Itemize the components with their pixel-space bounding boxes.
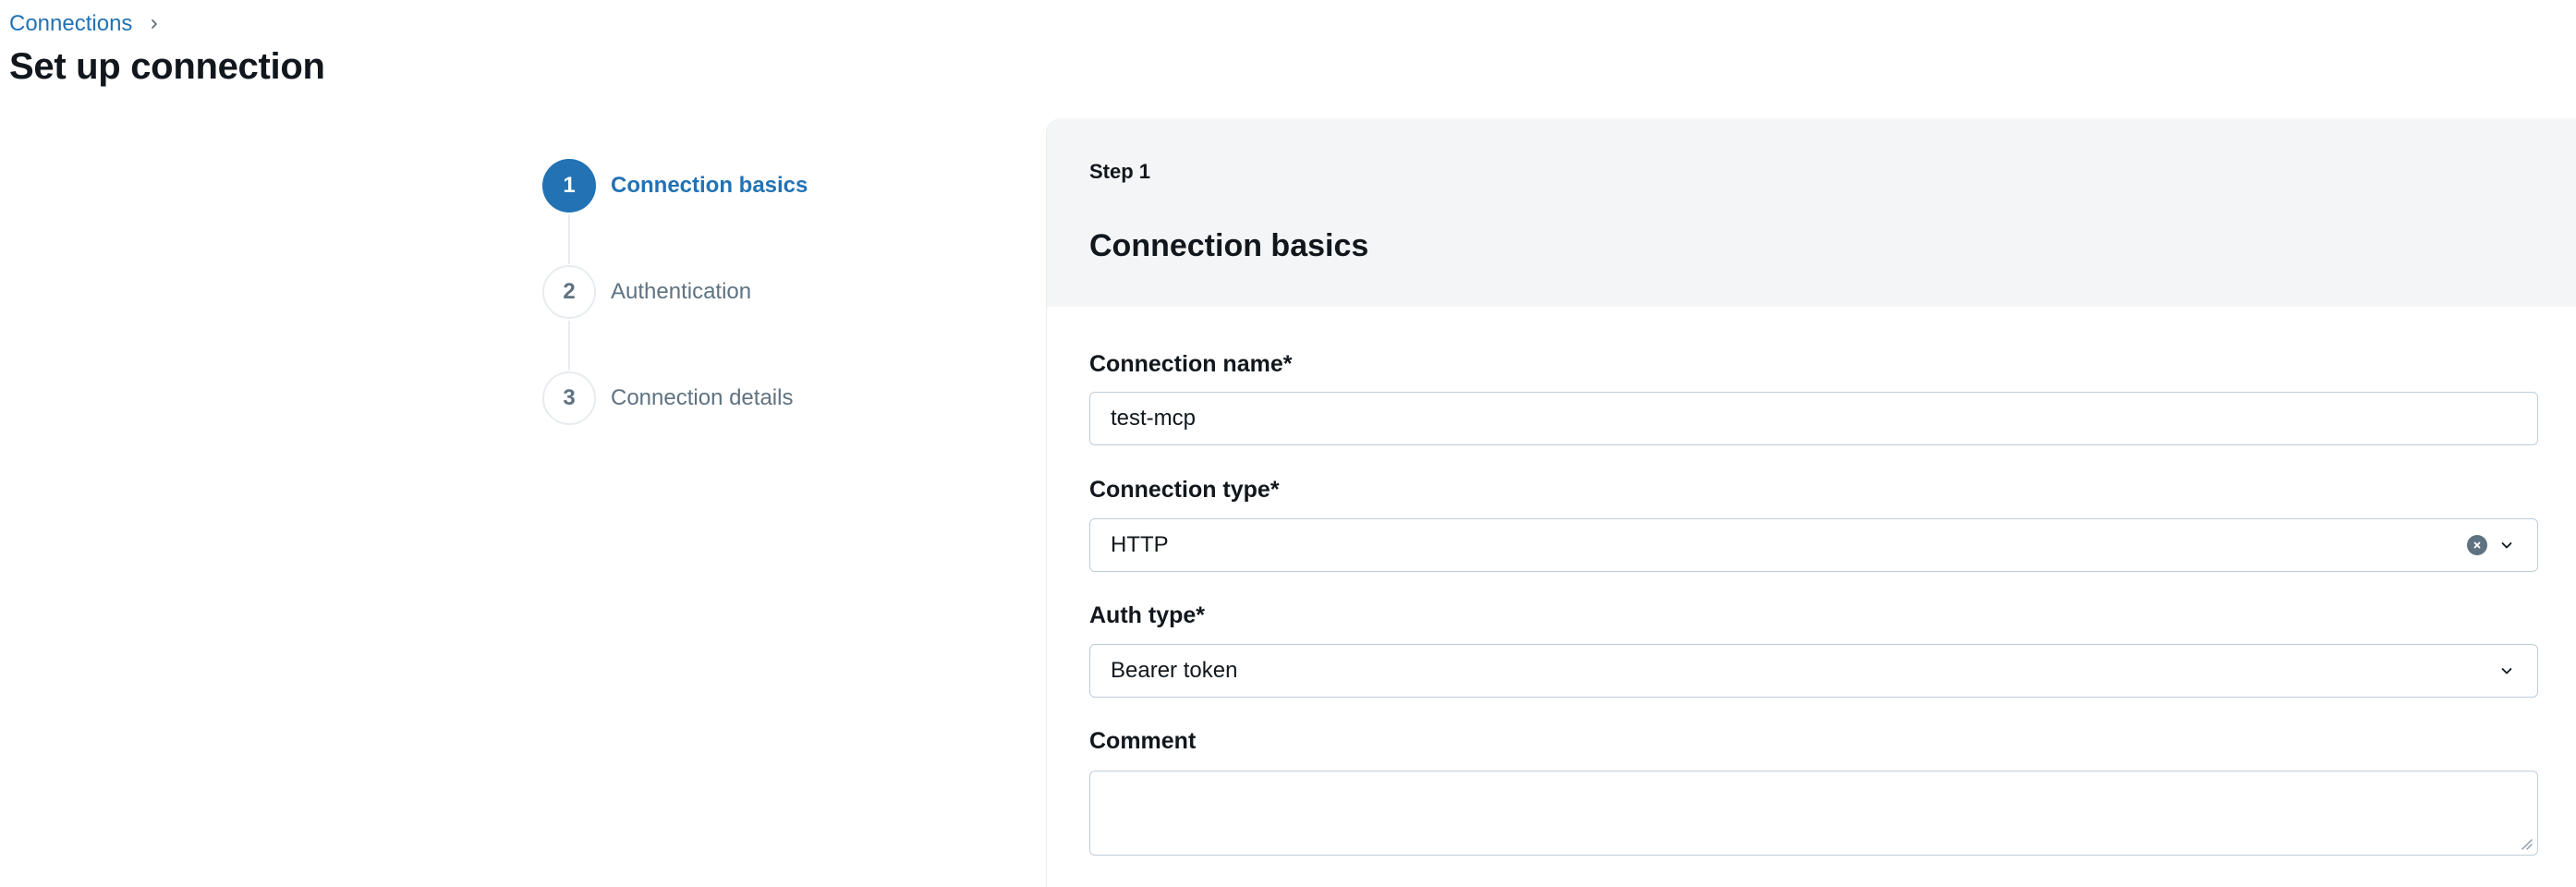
step-authentication[interactable]: 2 Authentication [542, 265, 751, 319]
step-number-badge: 3 [542, 371, 596, 425]
step-number-badge: 2 [542, 265, 596, 319]
connection-name-label: Connection name* [1089, 351, 1293, 377]
comment-label: Comment [1089, 728, 1197, 754]
step-label: Authentication [611, 279, 752, 304]
chevron-down-icon[interactable] [2497, 661, 2517, 681]
panel-header: Step 1 Connection basics [1047, 118, 2576, 307]
step-connection-basics[interactable]: 1 Connection basics [542, 159, 808, 213]
breadcrumb-link-connections[interactable]: Connections [9, 9, 132, 39]
step-number-badge: 1 [542, 159, 596, 213]
auth-type-label: Auth type* [1089, 602, 1205, 628]
panel-title: Connection basics [1089, 228, 1369, 263]
auth-type-value: Bearer token [1111, 658, 1238, 683]
comment-textarea[interactable] [1089, 771, 2538, 856]
resize-handle-icon[interactable] [2517, 834, 2533, 851]
connection-type-label: Connection type* [1089, 477, 1280, 503]
page-title: Set up connection [9, 46, 325, 87]
chevron-down-icon[interactable] [2497, 535, 2517, 555]
connection-type-select[interactable]: HTTP [1089, 518, 2538, 572]
connection-type-value: HTTP [1111, 532, 1169, 557]
step-indicator: Step 1 [1089, 160, 1151, 183]
form-panel: Step 1 Connection basics Connection name… [1046, 118, 2576, 887]
step-label: Connection basics [611, 173, 808, 198]
step-label: Connection details [611, 385, 794, 410]
step-connector [568, 321, 570, 371]
auth-type-select[interactable]: Bearer token [1089, 644, 2538, 698]
breadcrumb: Connections [9, 9, 164, 39]
step-connector [568, 214, 570, 264]
clear-icon[interactable] [2467, 535, 2487, 555]
connection-name-input[interactable]: test-mcp [1089, 392, 2538, 445]
step-connection-details[interactable]: 3 Connection details [542, 371, 793, 425]
connection-name-value: test-mcp [1111, 406, 1197, 431]
chevron-right-icon [145, 15, 164, 33]
